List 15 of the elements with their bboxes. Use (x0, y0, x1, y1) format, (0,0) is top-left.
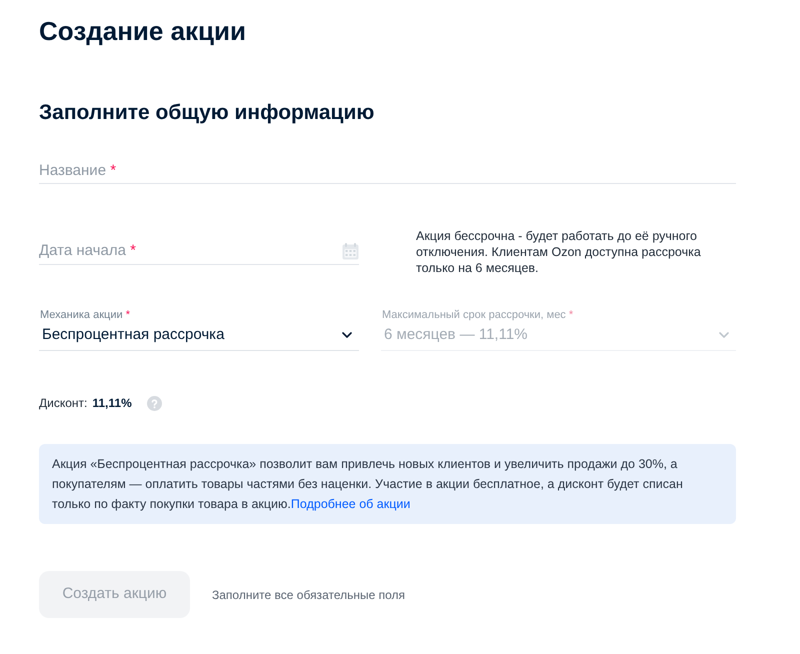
discount-value: 11,11% (92, 395, 132, 412)
info-text: Акция «Беспроцентная рассрочка» позволит вам привлечь новых клиентов и увеличить продажи до 30%, а покупателям — оплатить товары частями без наценки. Участие в акции бесплатное, а дисконт будет списан только по факту покупки товара в акцию.Подробнее об акции (52, 456, 684, 513)
help-icon[interactable] (146, 396, 162, 410)
page-title: Создание акции (39, 15, 246, 47)
dropdown-field[interactable]: Механика акции * Беспроцентная рассрочка (39, 308, 359, 351)
calendar-icon[interactable] (342, 242, 359, 260)
more-link[interactable]: Подробнее об акции (290, 497, 410, 511)
date-note: Акция бессрочна - будет работать до её ручного отключения. Клиентам Ozon доступна рассрочка только на 6 месяцев. (415, 228, 702, 276)
chevron-down-icon (342, 332, 352, 338)
date-input-field[interactable]: Дата начала * (39, 238, 359, 265)
required-fields-hint: Заполните все обязательные поля (212, 586, 406, 604)
discount-label: Дисконт: (39, 395, 88, 412)
name-input-field[interactable]: Название * (39, 159, 736, 184)
chevron-down-icon (719, 332, 729, 338)
section-title: Заполните общую информацию (39, 100, 374, 126)
